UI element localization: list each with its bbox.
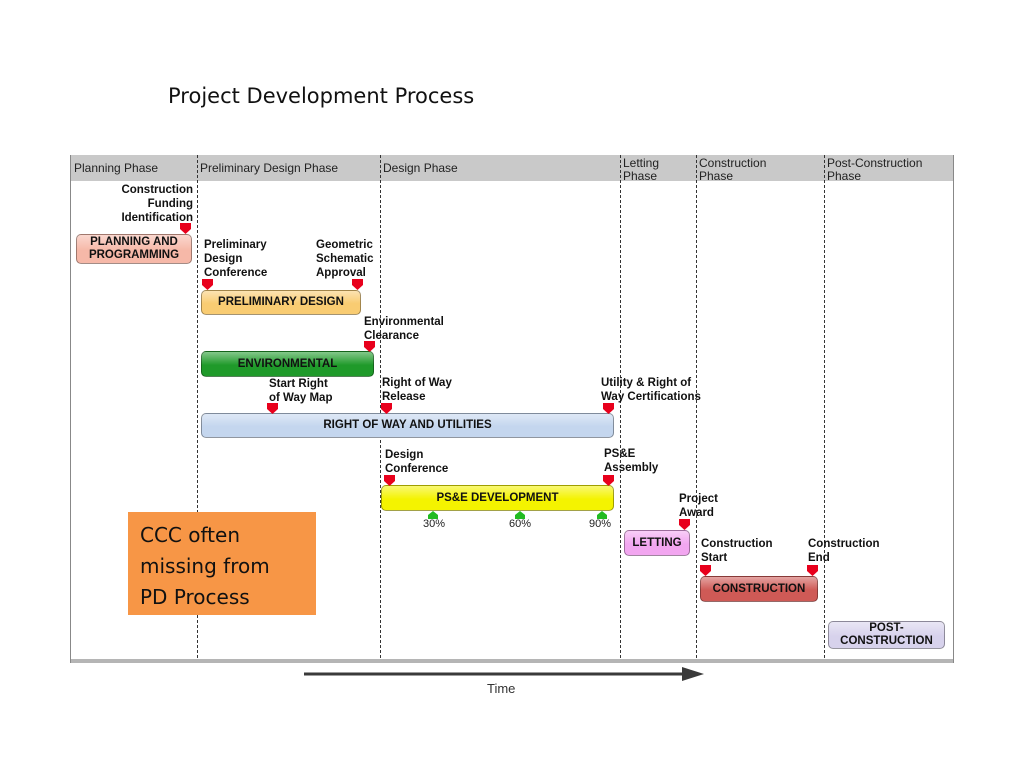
milestone-marker-icon	[202, 279, 213, 290]
callout-note-text: CCC often missing from PD Process	[140, 523, 270, 609]
milestone-label-construction-funding: Construction Funding Identification	[121, 184, 193, 224]
phase-header: Planning Phase Preliminary Design Phase …	[71, 155, 953, 183]
bar-letting: LETTING	[624, 530, 690, 556]
milestone-label-pse-assembly: PS&E Assembly	[604, 448, 659, 474]
milestone-marker-icon	[267, 403, 278, 414]
phase-label-planning: Planning Phase	[74, 161, 159, 175]
progress-label-90: 90%	[589, 518, 612, 530]
phase-label-post-construction: Post-Construction Phase	[827, 156, 923, 183]
milestone-label-environmental-clearance: Environmental Clearance	[364, 316, 444, 342]
progress-label-60: 60%	[509, 518, 532, 530]
milestone-label-construction-start: Construction Start	[701, 538, 773, 564]
milestone-marker-icon	[603, 403, 614, 414]
milestone-label-row-release: Right of Way Release	[382, 377, 452, 403]
milestone-marker-icon	[603, 475, 614, 486]
milestone-label-construction-end: Construction End	[808, 538, 880, 564]
bar-environmental: ENVIRONMENTAL	[201, 351, 374, 377]
milestone-label-preliminary-design-conference: Preliminary Design Conference	[204, 239, 268, 279]
callout-note: CCC often missing from PD Process	[128, 512, 316, 615]
milestone-label-design-conference: Design Conference	[385, 449, 449, 475]
milestone-marker-icon	[807, 565, 818, 576]
milestone-label-start-row-map: Start Right of Way Map	[269, 378, 333, 404]
milestone-marker-icon	[679, 519, 690, 530]
milestone-marker-icon	[700, 565, 711, 576]
milestone-marker-icon	[364, 341, 375, 352]
bar-planning-programming: PLANNING AND PROGRAMMING	[76, 234, 192, 264]
phase-label-letting: Letting Phase	[623, 156, 660, 183]
phase-label-construction: Construction Phase	[699, 156, 767, 183]
chart-bottom-bar	[71, 659, 953, 663]
milestone-marker-icon	[381, 403, 392, 414]
bar-pse-development: PS&E DEVELOPMENT	[381, 485, 614, 511]
milestone-marker-icon	[180, 223, 191, 234]
time-axis-label: Time	[487, 681, 516, 696]
milestone-marker-icon	[352, 279, 363, 290]
milestone-label-project-award: Project Award	[679, 493, 718, 519]
phase-label-design: Design Phase	[383, 161, 458, 175]
milestone-label-geometric-schematic-approval: Geometric Schematic Approval	[316, 239, 374, 279]
slide-title: Project Development Process	[168, 84, 475, 108]
milestone-label-utility-row-certifications: Utility & Right of Way Certifications	[601, 377, 701, 403]
bar-preliminary-design: PRELIMINARY DESIGN	[201, 290, 361, 315]
bar-right-of-way-utilities: RIGHT OF WAY AND UTILITIES	[201, 413, 614, 438]
phase-divider	[620, 155, 621, 663]
phase-label-preliminary-design: Preliminary Design Phase	[200, 161, 339, 175]
progress-label-30: 30%	[423, 518, 446, 530]
milestone-marker-icon	[384, 475, 395, 486]
bar-post-construction: POST- CONSTRUCTION	[828, 621, 945, 649]
phase-divider	[696, 155, 697, 663]
phase-divider	[824, 155, 825, 663]
bar-construction: CONSTRUCTION	[700, 576, 818, 602]
time-arrow-icon	[304, 667, 704, 681]
